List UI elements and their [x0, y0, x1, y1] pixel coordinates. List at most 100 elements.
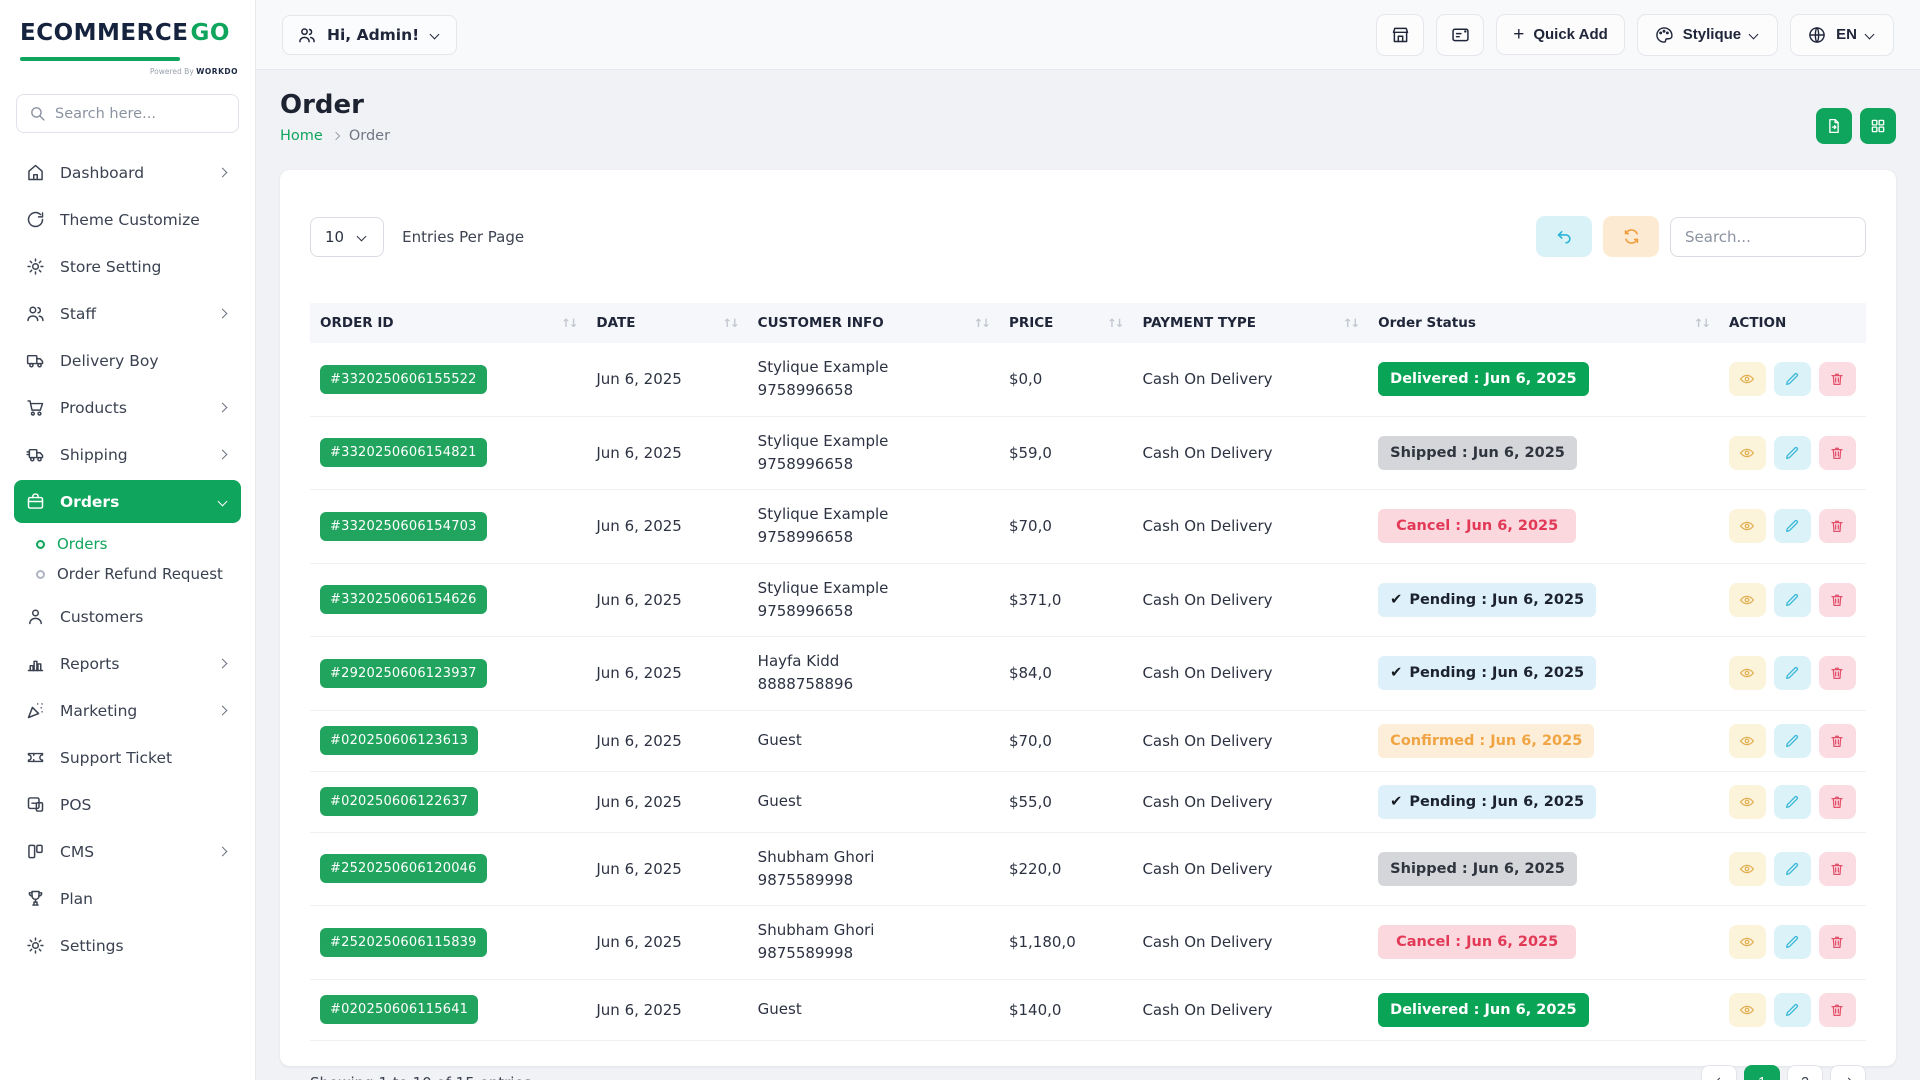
edit-button[interactable]: [1774, 509, 1811, 543]
edit-button[interactable]: [1774, 583, 1811, 617]
delete-button[interactable]: [1819, 785, 1856, 819]
order-date: Jun 6, 2025: [596, 732, 681, 750]
sidebar-item-products[interactable]: Products: [14, 386, 241, 429]
language-switcher-button[interactable]: EN: [1790, 14, 1894, 56]
delete-button[interactable]: [1819, 925, 1856, 959]
order-id-badge[interactable]: #020250606115641: [320, 995, 478, 1024]
pagination-next-button[interactable]: [1830, 1065, 1866, 1080]
export-button[interactable]: [1816, 108, 1852, 144]
order-id-badge[interactable]: #2520250606115839: [320, 928, 487, 957]
view-button[interactable]: [1729, 925, 1766, 959]
chevron-right-icon: [218, 706, 228, 716]
sort-icon[interactable]: [722, 316, 737, 330]
sidebar-item-customers[interactable]: Customers: [14, 595, 241, 638]
view-button[interactable]: [1729, 852, 1766, 886]
sidebar-item-reports[interactable]: Reports: [14, 642, 241, 685]
payment-type: Cash On Delivery: [1142, 370, 1272, 388]
sidebar-item-settings[interactable]: Settings: [14, 924, 241, 967]
brand-logo[interactable]: ECOMMERCEGO Powered By WORKDO: [14, 14, 241, 78]
edit-button[interactable]: [1774, 925, 1811, 959]
grid-view-button[interactable]: [1860, 108, 1896, 144]
sidebar-search-input[interactable]: [55, 106, 226, 122]
sort-icon[interactable]: [1107, 316, 1122, 330]
users-icon: [297, 25, 317, 45]
sort-icon[interactable]: [1694, 316, 1709, 330]
order-id-badge[interactable]: #3320250606155522: [320, 365, 487, 394]
view-button[interactable]: [1729, 993, 1766, 1027]
delete-button[interactable]: [1819, 724, 1856, 758]
pagination-page-2-button[interactable]: 2: [1787, 1065, 1823, 1080]
sidebar-item-delivery-boy[interactable]: Delivery Boy: [14, 339, 241, 382]
view-button[interactable]: [1729, 436, 1766, 470]
sidebar-item-cms[interactable]: CMS: [14, 830, 241, 873]
quick-add-button[interactable]: + Quick Add: [1496, 14, 1625, 55]
chevron-right-icon: [332, 132, 340, 140]
pagination-page-1-button[interactable]: 1: [1744, 1065, 1780, 1080]
order-id-badge[interactable]: #3320250606154626: [320, 585, 487, 614]
sort-icon[interactable]: [561, 316, 576, 330]
sidebar-item-support-ticket[interactable]: Support Ticket: [14, 736, 241, 779]
store-switcher-button[interactable]: Stylique: [1637, 14, 1778, 56]
order-price: $0,0: [1009, 370, 1042, 388]
chevron-down-icon: [1865, 30, 1875, 40]
order-id-badge[interactable]: #2920250606123937: [320, 659, 487, 688]
admin-menu-button[interactable]: Hi, Admin!: [282, 15, 457, 55]
sidebar-item-pos[interactable]: POS: [14, 783, 241, 826]
delete-button[interactable]: [1819, 656, 1856, 690]
order-id-badge[interactable]: #3320250606154703: [320, 512, 487, 541]
edit-button[interactable]: [1774, 724, 1811, 758]
delete-button[interactable]: [1819, 362, 1856, 396]
submenu-item-orders[interactable]: Orders: [28, 529, 241, 559]
delete-button[interactable]: [1819, 852, 1856, 886]
undo-icon: [1555, 227, 1574, 246]
sort-icon[interactable]: [974, 316, 989, 330]
delete-button[interactable]: [1819, 993, 1856, 1027]
email-button[interactable]: [1436, 14, 1484, 56]
edit-button[interactable]: [1774, 436, 1811, 470]
sidebar-search[interactable]: [16, 94, 239, 133]
order-date: Jun 6, 2025: [596, 860, 681, 878]
edit-button[interactable]: [1774, 656, 1811, 690]
breadcrumb-home-link[interactable]: Home: [280, 128, 323, 144]
sidebar-item-shipping[interactable]: Shipping: [14, 433, 241, 476]
layout-columns-icon: [25, 841, 46, 862]
delete-button[interactable]: [1819, 583, 1856, 617]
sort-icon[interactable]: [1343, 316, 1358, 330]
sidebar-item-marketing[interactable]: Marketing: [14, 689, 241, 732]
view-button[interactable]: [1729, 509, 1766, 543]
view-button[interactable]: [1729, 724, 1766, 758]
customer-name: Stylique Example: [758, 430, 989, 453]
order-id-badge[interactable]: #020250606122637: [320, 787, 478, 816]
sidebar-item-store-setting[interactable]: Store Setting: [14, 245, 241, 288]
entries-per-page-select[interactable]: 10: [310, 217, 384, 257]
table-search-input[interactable]: [1670, 217, 1866, 257]
delete-button[interactable]: [1819, 509, 1856, 543]
edit-button[interactable]: [1774, 362, 1811, 396]
delete-button[interactable]: [1819, 436, 1856, 470]
sidebar-item-theme-customize[interactable]: Theme Customize: [14, 198, 241, 241]
pagination-prev-button[interactable]: [1701, 1065, 1737, 1080]
refresh-button[interactable]: [1603, 216, 1659, 257]
order-id-badge[interactable]: #3320250606154821: [320, 438, 487, 467]
view-button[interactable]: [1729, 785, 1766, 819]
view-button[interactable]: [1729, 656, 1766, 690]
view-button[interactable]: [1729, 362, 1766, 396]
edit-button[interactable]: [1774, 785, 1811, 819]
sidebar-item-plan[interactable]: Plan: [14, 877, 241, 920]
edit-button[interactable]: [1774, 993, 1811, 1027]
pencil-icon: [1784, 592, 1800, 608]
bar-chart-icon: [25, 653, 46, 674]
undo-button[interactable]: [1536, 216, 1592, 257]
sidebar-item-dashboard[interactable]: Dashboard: [14, 151, 241, 194]
submenu-item-order-refund-request[interactable]: Order Refund Request: [28, 559, 241, 589]
trash-icon: [1829, 518, 1845, 534]
view-button[interactable]: [1729, 583, 1766, 617]
table-row: #3320250606154703 Jun 6, 2025 Stylique E…: [310, 490, 1866, 564]
storefront-button[interactable]: [1376, 14, 1424, 56]
order-id-badge[interactable]: #2520250606120046: [320, 854, 487, 883]
sidebar-item-staff[interactable]: Staff: [14, 292, 241, 335]
col-header-price: PRICE: [1009, 315, 1053, 331]
edit-button[interactable]: [1774, 852, 1811, 886]
order-id-badge[interactable]: #020250606123613: [320, 726, 478, 755]
sidebar-item-orders[interactable]: Orders: [14, 480, 241, 523]
